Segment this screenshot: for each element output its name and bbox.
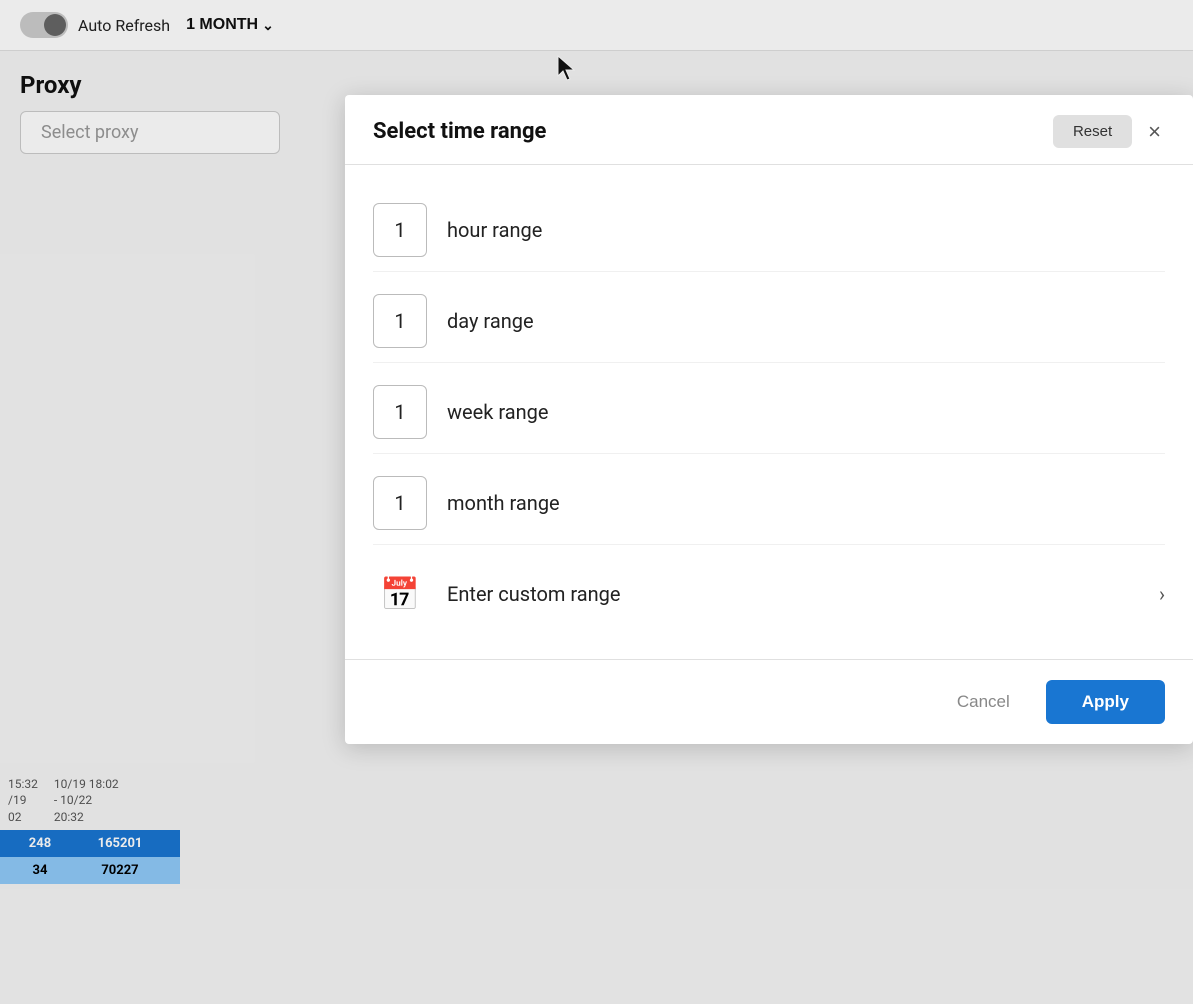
modal-header: Select time range Reset ×	[345, 95, 1193, 165]
modal-body: 1 hour range 1 day range 1 week range 1 …	[345, 165, 1193, 659]
close-button[interactable]: ×	[1144, 117, 1165, 147]
cancel-button[interactable]: Cancel	[941, 682, 1026, 722]
hour-range-row[interactable]: 1 hour range	[373, 189, 1165, 272]
day-range-value[interactable]: 1	[373, 294, 427, 348]
modal-header-actions: Reset ×	[1053, 115, 1165, 148]
reset-button[interactable]: Reset	[1053, 115, 1132, 148]
modal-title: Select time range	[373, 119, 546, 144]
modal-footer: Cancel Apply	[345, 659, 1193, 744]
custom-range-label: Enter custom range	[447, 582, 1139, 606]
day-range-row[interactable]: 1 day range	[373, 280, 1165, 363]
chevron-right-icon: ›	[1159, 582, 1165, 606]
week-range-label: week range	[447, 400, 548, 424]
week-range-value[interactable]: 1	[373, 385, 427, 439]
custom-range-row[interactable]: 📅 Enter custom range ›	[373, 553, 1165, 635]
hour-range-value[interactable]: 1	[373, 203, 427, 257]
month-range-label: month range	[447, 491, 560, 515]
hour-range-label: hour range	[447, 218, 542, 242]
apply-button[interactable]: Apply	[1046, 680, 1165, 724]
week-range-row[interactable]: 1 week range	[373, 371, 1165, 454]
day-range-label: day range	[447, 309, 534, 333]
calendar-icon-box: 📅	[373, 567, 427, 621]
select-time-range-modal: Select time range Reset × 1 hour range 1…	[345, 95, 1193, 744]
month-range-value[interactable]: 1	[373, 476, 427, 530]
month-range-row[interactable]: 1 month range	[373, 462, 1165, 545]
calendar-icon: 📅	[380, 575, 420, 613]
